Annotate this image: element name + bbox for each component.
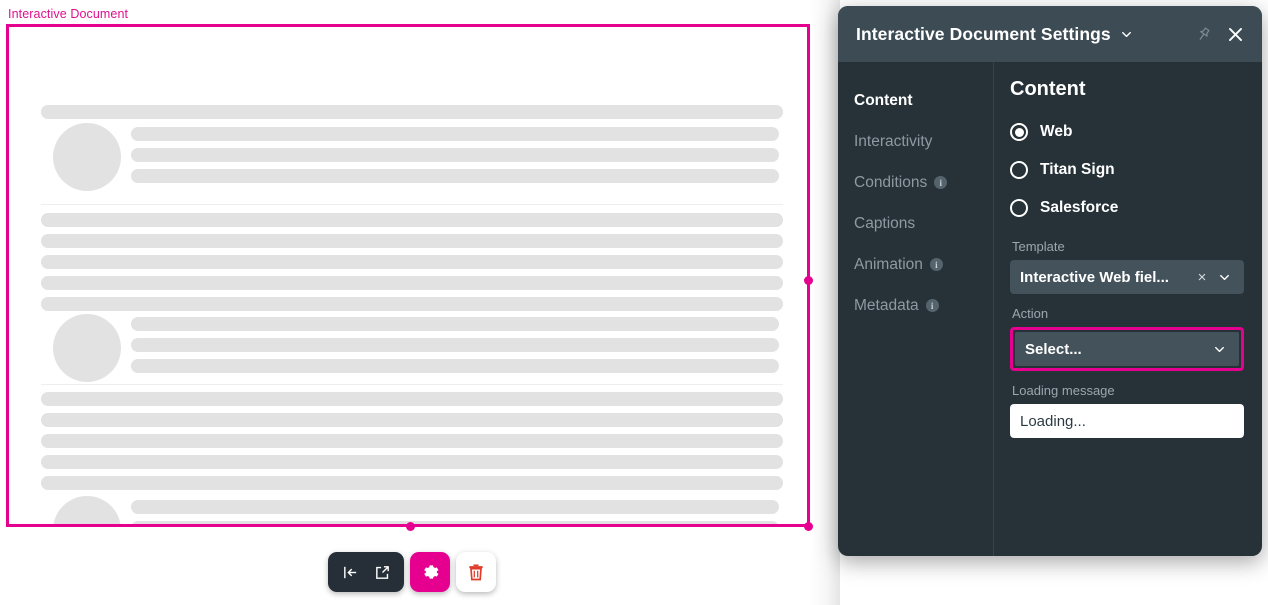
info-icon[interactable]: i [926, 299, 939, 312]
panel-drop-shadow [810, 0, 840, 605]
radio-dot [1015, 128, 1024, 137]
chevron-down-icon [1212, 342, 1227, 357]
delete-button[interactable] [456, 552, 496, 592]
skeleton-divider [41, 384, 783, 385]
resize-handle-bottom-right[interactable] [804, 522, 813, 531]
skeleton-line [131, 317, 779, 331]
pin-button[interactable] [1190, 21, 1216, 47]
widget-toolbar [328, 552, 496, 592]
skeleton-line [41, 455, 783, 469]
info-icon[interactable]: i [930, 258, 943, 271]
skeleton-avatar [53, 314, 121, 382]
radio-label: Web [1040, 123, 1072, 141]
skeleton-line [131, 500, 779, 514]
nav-item-captions[interactable]: Captions [854, 203, 993, 244]
close-icon [1226, 25, 1245, 44]
external-link-icon [374, 564, 391, 581]
action-label: Action [1012, 306, 1244, 321]
skeleton-line [131, 127, 779, 141]
toolbar-group-dark [328, 552, 404, 592]
radio-label: Salesforce [1040, 199, 1118, 217]
loading-message-label: Loading message [1012, 383, 1244, 398]
skeleton-line [41, 255, 783, 269]
panel-nav: Content Interactivity Conditions i Capti… [838, 62, 994, 556]
skeleton-line [41, 413, 783, 427]
document-skeleton [9, 27, 807, 524]
skeleton-divider [41, 204, 783, 205]
align-left-arrow-icon [342, 564, 359, 581]
chevron-down-icon [1217, 270, 1232, 285]
skeleton-line [41, 213, 783, 227]
nav-item-label: Conditions [854, 174, 927, 192]
radio-option-salesforce[interactable]: Salesforce [1010, 189, 1244, 227]
nav-item-label: Content [854, 92, 913, 110]
radio-icon-unchecked [1010, 161, 1028, 179]
panel-title: Interactive Document Settings [856, 24, 1111, 45]
template-caret[interactable] [1212, 270, 1236, 285]
settings-button[interactable] [410, 552, 450, 592]
action-caret[interactable] [1207, 342, 1231, 357]
skeleton-line [131, 169, 779, 183]
skeleton-line [131, 148, 779, 162]
skeleton-line [41, 392, 783, 406]
chevron-down-icon [1119, 27, 1134, 42]
skeleton-line [41, 297, 783, 311]
pin-icon [1195, 26, 1212, 43]
panel-content-pane: Content Web Titan Sign Salesforce Temp [994, 62, 1262, 556]
nav-item-interactivity[interactable]: Interactivity [854, 121, 993, 162]
template-value: Interactive Web fiel... [1020, 269, 1192, 286]
open-external-button[interactable] [366, 556, 398, 588]
template-label: Template [1012, 239, 1244, 254]
interactive-document-widget[interactable] [6, 24, 810, 527]
panel-body: Content Interactivity Conditions i Capti… [838, 62, 1262, 556]
panel-header[interactable]: Interactive Document Settings [838, 6, 1262, 62]
action-value: Select... [1025, 341, 1207, 358]
template-select[interactable]: Interactive Web fiel... × [1010, 260, 1244, 294]
radio-icon-unchecked [1010, 199, 1028, 217]
nav-item-animation[interactable]: Animation i [854, 244, 993, 285]
skeleton-line [131, 521, 779, 524]
gear-icon [420, 562, 441, 583]
resize-handle-bottom[interactable] [406, 522, 415, 531]
info-icon[interactable]: i [934, 176, 947, 189]
close-button[interactable] [1222, 21, 1248, 47]
radio-icon-checked [1010, 123, 1028, 141]
nav-item-label: Animation [854, 256, 923, 274]
settings-panel: Interactive Document Settings [838, 6, 1262, 556]
skeleton-line [41, 434, 783, 448]
skeleton-line [131, 359, 779, 373]
action-select-highlight: Select... [1010, 327, 1244, 371]
radio-option-titan-sign[interactable]: Titan Sign [1010, 151, 1244, 189]
skeleton-line [131, 338, 779, 352]
fit-to-width-button[interactable] [334, 556, 366, 588]
trash-icon [466, 562, 486, 582]
skeleton-line [41, 476, 783, 490]
loading-message-input[interactable] [1010, 404, 1244, 438]
skeleton-avatar [53, 123, 121, 191]
skeleton-avatar [53, 496, 121, 524]
radio-option-web[interactable]: Web [1010, 113, 1244, 151]
clear-icon[interactable]: × [1192, 269, 1212, 286]
skeleton-line [41, 276, 783, 290]
radio-label: Titan Sign [1040, 161, 1115, 179]
nav-item-metadata[interactable]: Metadata i [854, 285, 993, 326]
widget-label: Interactive Document [8, 5, 128, 23]
nav-item-label: Captions [854, 215, 915, 233]
resize-handle-right[interactable] [804, 276, 813, 285]
panel-title-dropdown[interactable] [1119, 27, 1134, 42]
nav-item-conditions[interactable]: Conditions i [854, 162, 993, 203]
section-heading: Content [1010, 78, 1244, 101]
nav-item-label: Interactivity [854, 133, 932, 151]
skeleton-line [41, 105, 783, 119]
app-root: Interactive Document [0, 0, 1268, 605]
nav-item-content[interactable]: Content [854, 80, 993, 121]
action-select[interactable]: Select... [1015, 332, 1239, 366]
skeleton-line [41, 234, 783, 248]
nav-item-label: Metadata [854, 297, 919, 315]
